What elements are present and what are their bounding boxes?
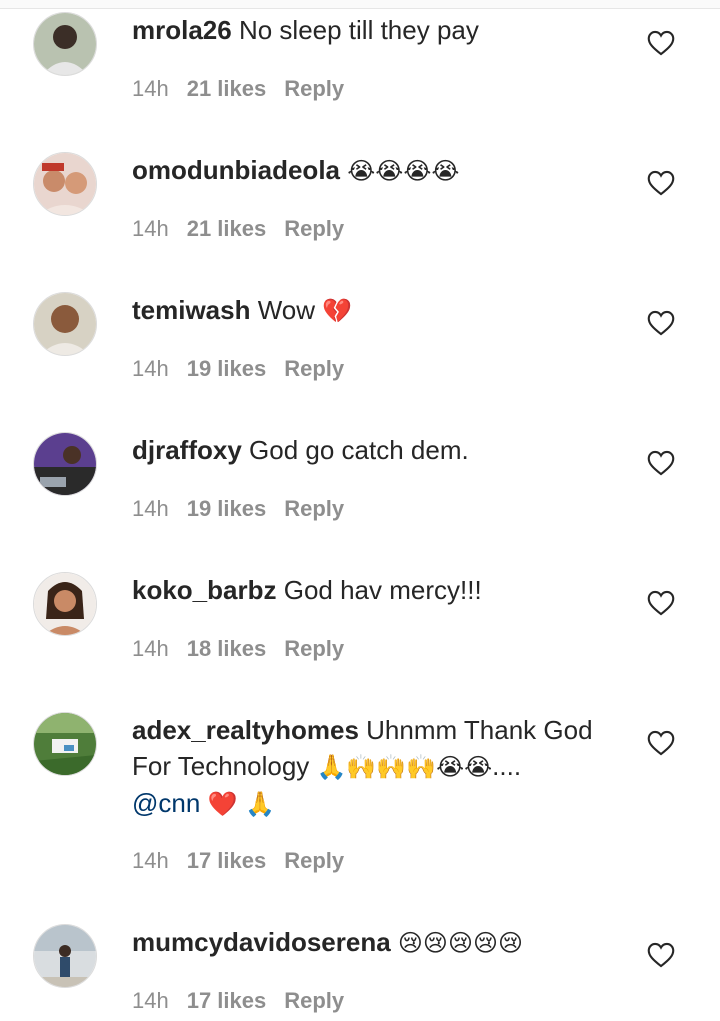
avatar[interactable] — [33, 152, 97, 216]
comment-text: God hav mercy!!! — [283, 575, 482, 605]
comment-time: 14h — [132, 216, 169, 241]
comment-text: No sleep till they pay — [238, 15, 479, 45]
comment-likes[interactable]: 21 likes — [187, 76, 267, 102]
like-heart-icon[interactable] — [647, 170, 675, 196]
avatar[interactable] — [33, 712, 97, 776]
reply-button[interactable]: Reply — [284, 356, 344, 382]
avatar[interactable] — [33, 12, 97, 76]
comment-likes[interactable]: 17 likes — [187, 848, 267, 874]
top-divider — [0, 0, 720, 9]
like-heart-icon[interactable] — [647, 730, 675, 756]
comment-emoji: 🙏🙌🙌🙌😭😭 — [316, 753, 493, 781]
comment-likes[interactable]: 19 likes — [187, 496, 267, 522]
comment-meta: 14h 21 likes Reply — [132, 216, 344, 242]
comment-meta: 14h 21 likes Reply — [132, 76, 344, 102]
comment-username[interactable]: adex_realtyhomes — [132, 715, 359, 745]
comment-body: omodunbiadeola 😭😭😭😭 — [132, 152, 622, 189]
comment-meta: 14h 17 likes Reply — [132, 848, 344, 874]
comment-time: 14h — [132, 76, 169, 101]
comment-time: 14h — [132, 848, 169, 873]
comment-body: mrola26 No sleep till they pay — [132, 12, 622, 48]
comment-likes[interactable]: 19 likes — [187, 356, 267, 382]
comment-body: mumcydavidoserena 😢😢😢😢😢 — [132, 924, 622, 961]
avatar[interactable] — [33, 924, 97, 988]
comment-emoji: 💔 — [322, 297, 353, 325]
comment-username[interactable]: mumcydavidoserena — [132, 927, 391, 957]
like-heart-icon[interactable] — [647, 30, 675, 56]
like-heart-icon[interactable] — [647, 450, 675, 476]
comment-body: koko_barbz God hav mercy!!! — [132, 572, 622, 608]
comment-username[interactable]: temiwash — [132, 295, 251, 325]
comment-username[interactable]: omodunbiadeola — [132, 155, 340, 185]
comment-body: adex_realtyhomes Uhnmm Thank God For Tec… — [132, 712, 622, 822]
avatar[interactable] — [33, 572, 97, 636]
comment-time: 14h — [132, 636, 169, 661]
comment-meta: 14h 19 likes Reply — [132, 496, 344, 522]
comment-emoji: 😢😢😢😢😢 — [397, 929, 524, 957]
comment-body: djraffoxy God go catch dem. — [132, 432, 622, 468]
comment-emoji: 😭😭😭😭 — [347, 157, 460, 185]
like-heart-icon[interactable] — [647, 310, 675, 336]
comment-text: God go catch dem. — [249, 435, 469, 465]
reply-button[interactable]: Reply — [284, 636, 344, 662]
comment-meta: 14h 17 likes Reply — [132, 988, 344, 1014]
comment-username[interactable]: djraffoxy — [132, 435, 242, 465]
like-heart-icon[interactable] — [647, 590, 675, 616]
reply-button[interactable]: Reply — [284, 76, 344, 102]
comment-likes[interactable]: 18 likes — [187, 636, 267, 662]
comment-likes[interactable]: 21 likes — [187, 216, 267, 242]
comment-emoji: ❤️ 🙏 — [207, 790, 275, 818]
comment-text-suffix: .... — [492, 751, 522, 781]
comment-likes[interactable]: 17 likes — [187, 988, 267, 1014]
comment-username[interactable]: mrola26 — [132, 15, 232, 45]
like-heart-icon[interactable] — [647, 942, 675, 968]
mention-link[interactable]: @cnn — [132, 788, 200, 818]
comment-username[interactable]: koko_barbz — [132, 575, 277, 605]
reply-button[interactable]: Reply — [284, 496, 344, 522]
reply-button[interactable]: Reply — [284, 848, 344, 874]
comment-time: 14h — [132, 356, 169, 381]
reply-button[interactable]: Reply — [284, 216, 344, 242]
avatar[interactable] — [33, 292, 97, 356]
comment-time: 14h — [132, 988, 169, 1013]
comment-text: Wow — [257, 295, 316, 325]
comment-meta: 14h 18 likes Reply — [132, 636, 344, 662]
comment-time: 14h — [132, 496, 169, 521]
comment-meta: 14h 19 likes Reply — [132, 356, 344, 382]
comment-body: temiwash Wow 💔 — [132, 292, 622, 329]
reply-button[interactable]: Reply — [284, 988, 344, 1014]
avatar[interactable] — [33, 432, 97, 496]
